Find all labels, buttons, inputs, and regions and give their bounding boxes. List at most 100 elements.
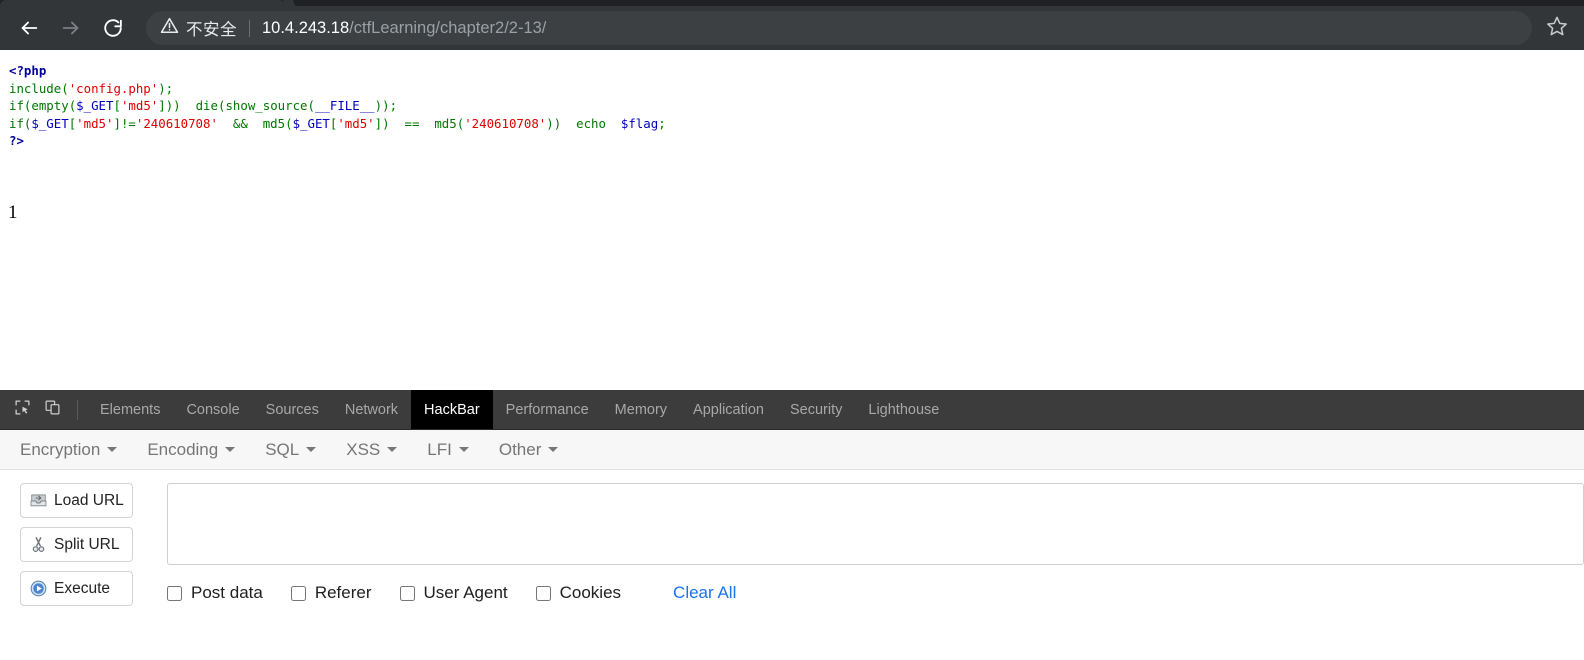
chevron-down-icon [458, 447, 469, 452]
chevron-down-icon [387, 447, 398, 452]
arrow-right-icon [60, 17, 82, 39]
hackbar-menu-lfi[interactable]: LFI [427, 440, 469, 460]
code-line: ?> [9, 132, 666, 150]
checkbox-user-agent[interactable]: User Agent [399, 583, 508, 603]
checkbox-input-post-data[interactable] [167, 585, 182, 601]
devtools-tab-label: Security [789, 401, 843, 418]
code-token: 'md5' [337, 115, 375, 131]
code-token: $_GET [292, 115, 330, 131]
devtools-tab-performance[interactable]: Performance [493, 390, 602, 429]
code-line: if($_GET['md5']!='240610708' && md5($_GE… [9, 115, 666, 133]
split-url-label: Split URL [54, 535, 120, 553]
code-token: )); [374, 98, 398, 113]
code-token: die [195, 98, 218, 113]
forward-button[interactable] [52, 9, 90, 47]
devtools-tab-security[interactable]: Security [777, 390, 855, 429]
hackbar-menu-encryption[interactable]: Encryption [20, 440, 118, 460]
code-line: if(empty($_GET['md5'])) die(show_source(… [9, 97, 666, 115]
code-token: echo [576, 115, 606, 131]
code-token: ; [658, 115, 666, 131]
inspect-element-button[interactable] [7, 390, 37, 429]
devtools-tab-sources[interactable]: Sources [253, 390, 332, 429]
code-token: )) [546, 115, 577, 131]
devtools-tab-console[interactable]: Console [173, 390, 252, 429]
devtools-tab-hackbar[interactable]: HackBar [411, 390, 493, 429]
hackbar-menu-encoding[interactable]: Encoding [147, 440, 236, 460]
url-host: 10.4.243.18 [262, 18, 350, 37]
star-outline-icon [1546, 15, 1568, 42]
code-line: include('config.php'); [9, 80, 666, 98]
page-viewport: <?php include('config.php'); if(empty($_GE… [0, 50, 1584, 390]
devtools-tab-network[interactable]: Network [332, 390, 411, 429]
hackbar-action-buttons: Load URL Split URL Execute [20, 483, 133, 615]
checkbox-cookies[interactable]: Cookies [535, 583, 621, 603]
url-path: /ctfLearning/chapter2/2-13/ [349, 18, 547, 37]
chevron-down-icon [225, 447, 236, 452]
code-token: ])) [158, 98, 196, 113]
devtools-tab-label: Memory [614, 401, 668, 418]
split-url-button[interactable]: Split URL [20, 527, 133, 562]
execute-button[interactable]: Execute [20, 571, 133, 606]
device-toolbar-button[interactable] [37, 390, 67, 429]
code-token: '240610708' [135, 115, 218, 131]
code-token: show_source [225, 98, 308, 113]
checkbox-input-user-agent[interactable] [399, 585, 415, 601]
hackbar-body: Load URL Split URL Execute Post data Ref… [0, 470, 1584, 606]
url-display[interactable]: 10.4.243.18/ctfLearning/chapter2/2-13/ [262, 19, 546, 38]
devtools-tab-memory[interactable]: Memory [602, 390, 680, 429]
chevron-down-icon [107, 447, 118, 452]
reload-icon [102, 17, 124, 39]
page-output-text: 1 [8, 202, 18, 223]
devtools-tab-label: Network [344, 401, 399, 418]
hackbar-menu-label: XSS [346, 439, 381, 459]
checkbox-label-user-agent: User Agent [423, 583, 508, 602]
arrow-left-icon [18, 17, 40, 39]
code-token: $_GET [76, 98, 114, 113]
checkbox-post-data[interactable]: Post data [167, 583, 263, 603]
devtools-tab-label: Performance [505, 401, 589, 418]
checkbox-input-cookies[interactable] [535, 585, 551, 601]
load-url-button[interactable]: Load URL [20, 483, 133, 518]
hackbar-menu-other[interactable]: Other [499, 440, 559, 460]
device-toolbar-icon [44, 399, 61, 421]
code-token: ( [307, 98, 315, 113]
checkbox-referer[interactable]: Referer [290, 583, 372, 603]
code-token: && [217, 115, 256, 131]
code-token: 'config.php' [68, 80, 159, 96]
chevron-down-icon [548, 447, 559, 452]
hackbar-input-area: Post data Referer User Agent Cookies Clear A… [167, 483, 1584, 603]
code-token: '240610708' [464, 115, 547, 131]
devtools-tab-lighthouse[interactable]: Lighthouse [855, 390, 952, 429]
url-textarea[interactable] [167, 483, 1584, 565]
warning-triangle-icon [160, 16, 179, 40]
reload-button[interactable] [94, 9, 132, 47]
code-token: if [9, 115, 24, 131]
devtools-icon-separator [77, 399, 78, 420]
hackbar-menu-xss[interactable]: XSS [346, 439, 398, 460]
devtools-tab-label: Elements [100, 401, 161, 418]
security-chip[interactable]: 不安全 [160, 16, 237, 40]
code-token: 'md5' [76, 115, 114, 131]
code-token: ( [285, 115, 293, 131]
hackbar-menu-label: SQL [265, 439, 300, 459]
back-button[interactable] [10, 9, 48, 47]
code-line: <?php [9, 62, 666, 80]
omnibox-divider [249, 19, 250, 37]
load-url-label: Load URL [54, 491, 124, 509]
checkbox-input-referer[interactable] [290, 585, 306, 601]
address-bar[interactable]: 不安全 10.4.243.18/ctfLearning/chapter2/2-1… [146, 11, 1532, 45]
code-token: ); [158, 80, 174, 96]
execute-play-icon [30, 580, 47, 597]
hackbar-menu-sql[interactable]: SQL [265, 439, 317, 460]
code-token: ( [61, 80, 69, 96]
code-token: include [9, 80, 62, 96]
bookmark-button[interactable] [1538, 9, 1576, 47]
checkbox-label-post-data: Post data [191, 583, 263, 602]
code-token: <?php [9, 63, 47, 78]
clear-all-link[interactable]: Clear All [673, 583, 736, 603]
devtools-tab-application[interactable]: Application [680, 390, 777, 429]
code-token: 'md5' [120, 98, 159, 113]
devtools-tab-elements[interactable]: Elements [87, 390, 173, 429]
split-url-scissors-icon [30, 536, 47, 553]
